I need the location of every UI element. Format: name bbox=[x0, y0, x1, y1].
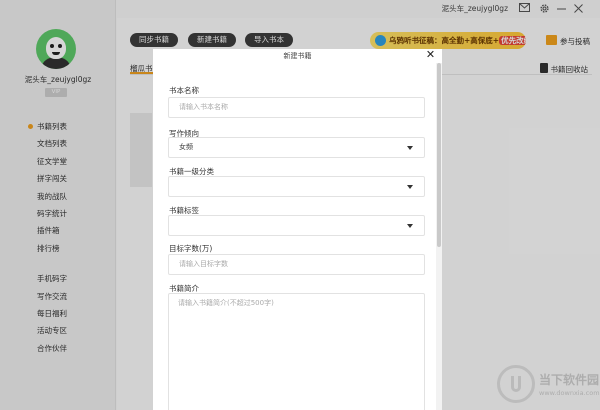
book-name-label: 书本名称 bbox=[169, 86, 199, 95]
writing-tendency-select[interactable]: 女频 bbox=[168, 137, 425, 158]
category-select[interactable] bbox=[168, 176, 425, 197]
dialog-scrollbar-thumb[interactable] bbox=[437, 63, 441, 247]
watermark-logo-mark bbox=[511, 376, 521, 392]
dialog-title: 新建书籍 bbox=[283, 52, 312, 60]
new-book-dialog: 新建书籍 ✕ 书本名称 请输入书本名称 写作倾向 女频 书籍一级分类 书籍标签 … bbox=[153, 49, 442, 410]
target-words-label: 目标字数(万) bbox=[169, 244, 213, 253]
chevron-down-icon bbox=[407, 185, 413, 189]
chevron-down-icon bbox=[407, 146, 413, 150]
intro-textarea[interactable]: 请输入书籍简介(不超过500字) bbox=[168, 293, 425, 410]
dialog-close-icon[interactable]: ✕ bbox=[425, 49, 436, 61]
dialog-header: 新建书籍 ✕ bbox=[153, 49, 442, 63]
watermark-url: www.downxia.com bbox=[539, 389, 600, 397]
watermark-text: 当下软件园 bbox=[539, 373, 600, 387]
book-name-input[interactable]: 请输入书本名称 bbox=[168, 97, 425, 118]
target-words-input[interactable]: 请输入目标字数 bbox=[168, 254, 425, 275]
tags-select[interactable] bbox=[168, 215, 425, 236]
watermark: 当下软件园 www.downxia.com bbox=[497, 365, 600, 407]
watermark-logo-icon bbox=[497, 365, 535, 403]
writing-tendency-value: 女频 bbox=[179, 143, 193, 151]
chevron-down-icon bbox=[407, 224, 413, 228]
